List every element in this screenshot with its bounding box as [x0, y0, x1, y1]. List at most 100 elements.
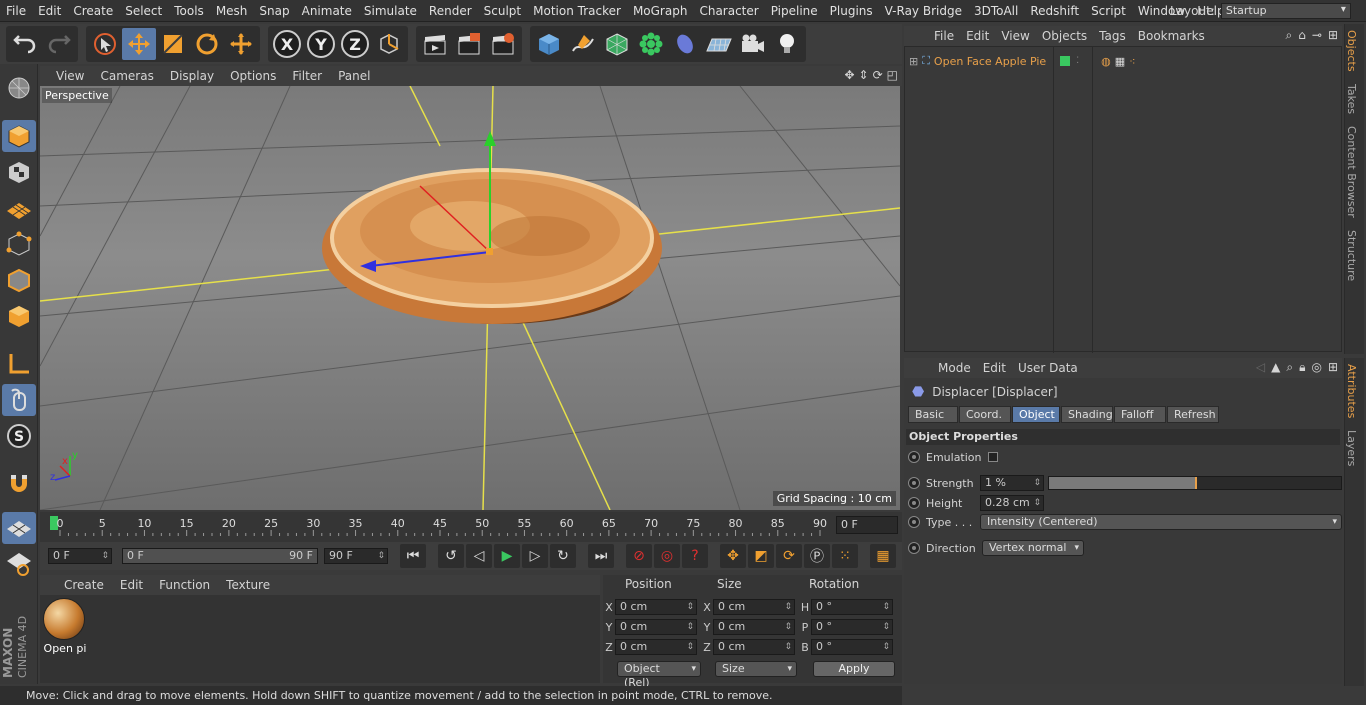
- camera-button[interactable]: [736, 28, 770, 60]
- record-keys-button[interactable]: ⊘: [626, 544, 652, 568]
- material-menu-create[interactable]: Create: [56, 578, 112, 592]
- phong-tag-icon[interactable]: ◍: [1101, 55, 1111, 68]
- menu-pipeline[interactable]: Pipeline: [765, 4, 824, 18]
- go-to-end-button[interactable]: ⏭: [588, 544, 614, 568]
- rotation-b-field[interactable]: 0 °: [811, 639, 893, 655]
- attr-menu-mode[interactable]: Mode: [932, 361, 977, 375]
- rotate-tool-button[interactable]: [190, 28, 224, 60]
- workplane-mode-button[interactable]: [2, 192, 36, 224]
- height-animate-icon[interactable]: [908, 497, 920, 509]
- position-y-field[interactable]: 0 cm: [615, 619, 697, 635]
- object-menu-view[interactable]: View: [995, 29, 1035, 43]
- tab-layers[interactable]: Layers: [1345, 424, 1358, 472]
- subdivision-button[interactable]: [600, 28, 634, 60]
- link-icon[interactable]: ⊸: [1312, 28, 1322, 43]
- position-x-field[interactable]: 0 cm: [615, 599, 697, 615]
- workplane-lock-button[interactable]: [2, 512, 36, 544]
- cube-button[interactable]: [532, 28, 566, 60]
- attr-menu-user-data[interactable]: User Data: [1012, 361, 1084, 375]
- tab-coord[interactable]: Coord.: [959, 406, 1011, 423]
- menu-3dtoall[interactable]: 3DToAll: [968, 4, 1024, 18]
- search-icon[interactable]: ⌕: [1286, 28, 1293, 43]
- material-menu-function[interactable]: Function: [151, 578, 218, 592]
- cloner-button[interactable]: [634, 28, 668, 60]
- attr-new-panel-icon[interactable]: ⊞: [1328, 360, 1338, 375]
- rotate-view-icon[interactable]: ⟳: [873, 68, 883, 82]
- timeline[interactable]: 0 5 10 15 20 25 30 35 40 45 50 55 60 65 70 75 80 85 90 0 F: [40, 512, 902, 542]
- keyframe-selection-button[interactable]: ?: [682, 544, 708, 568]
- move-tool-button[interactable]: [122, 28, 156, 60]
- key-rotation-button[interactable]: ⟳: [776, 544, 802, 568]
- material-menu-texture[interactable]: Texture: [218, 578, 278, 592]
- new-panel-icon[interactable]: ⊞: [1328, 28, 1338, 43]
- size-y-field[interactable]: 0 cm: [713, 619, 795, 635]
- polygons-mode-button[interactable]: [2, 300, 36, 332]
- position-z-field[interactable]: 0 cm: [615, 639, 697, 655]
- material-thumbnail[interactable]: Open pi: [43, 598, 87, 655]
- enable-axis-button[interactable]: [2, 348, 36, 380]
- back-icon[interactable]: ◁: [1256, 360, 1265, 375]
- visibility-dots-icon[interactable]: ⁚: [1076, 56, 1079, 66]
- make-editable-button[interactable]: [2, 72, 36, 104]
- menu-render[interactable]: Render: [423, 4, 478, 18]
- viewport-menu-display[interactable]: Display: [162, 69, 222, 83]
- object-menu-tags[interactable]: Tags: [1093, 29, 1132, 43]
- menu-tools[interactable]: Tools: [168, 4, 210, 18]
- target-icon[interactable]: ◎: [1311, 360, 1321, 375]
- expand-icon[interactable]: ⊞: [909, 55, 918, 68]
- perspective-viewport[interactable]: y x z Grid Spacing : 10 cm: [40, 86, 900, 510]
- menu-edit[interactable]: Edit: [32, 4, 67, 18]
- frame-range-slider[interactable]: 0 F 90 F: [122, 548, 318, 564]
- end-frame-field[interactable]: 90 F: [324, 548, 388, 564]
- next-frame-button[interactable]: ▷: [522, 544, 548, 568]
- emulation-checkbox[interactable]: [987, 452, 998, 462]
- home-icon[interactable]: ⌂: [1298, 28, 1306, 43]
- direction-dropdown[interactable]: Vertex normal: [982, 540, 1084, 556]
- tab-objects[interactable]: Objects: [1345, 24, 1358, 78]
- points-mode-button[interactable]: [2, 228, 36, 260]
- render-settings-button[interactable]: [486, 28, 520, 60]
- menu-plugins[interactable]: Plugins: [824, 4, 879, 18]
- zoom-view-icon[interactable]: ⇕: [859, 68, 869, 82]
- timeline-window-button[interactable]: ▦: [870, 544, 896, 568]
- material-menu-edit[interactable]: Edit: [112, 578, 151, 592]
- viewport-menu-filter[interactable]: Filter: [284, 69, 330, 83]
- live-select-button[interactable]: [88, 28, 122, 60]
- tab-structure[interactable]: Structure: [1345, 224, 1358, 287]
- render-picture-viewer-button[interactable]: [452, 28, 486, 60]
- previous-frame-button[interactable]: ◁: [466, 544, 492, 568]
- pan-view-icon[interactable]: ✥: [844, 68, 854, 82]
- x-axis-lock-button[interactable]: X: [270, 28, 304, 60]
- object-row-apple-pie[interactable]: ⊞ ⛶ Open Face Apple Pie ⁚ ◍ ▦ ⁖: [909, 53, 1136, 69]
- strength-slider[interactable]: [1048, 476, 1342, 490]
- workplane-align-button[interactable]: [2, 548, 36, 580]
- strength-field[interactable]: 1 %: [980, 475, 1044, 491]
- menu-sculpt[interactable]: Sculpt: [478, 4, 527, 18]
- viewport-menu-view[interactable]: View: [48, 69, 92, 83]
- light-button[interactable]: [770, 28, 804, 60]
- viewport-menu-cameras[interactable]: Cameras: [92, 69, 161, 83]
- height-field[interactable]: 0.28 cm: [980, 495, 1044, 511]
- viewport-menu-options[interactable]: Options: [222, 69, 284, 83]
- edges-mode-button[interactable]: [2, 264, 36, 296]
- key-pla-button[interactable]: ⁙: [832, 544, 858, 568]
- menu-create[interactable]: Create: [67, 4, 119, 18]
- object-menu-edit[interactable]: Edit: [960, 29, 995, 43]
- undo-button[interactable]: [8, 28, 42, 60]
- menu-file[interactable]: File: [0, 4, 32, 18]
- attr-search-icon[interactable]: ⌕: [1286, 360, 1293, 375]
- size-mode-dropdown[interactable]: Size: [715, 661, 797, 677]
- emulation-animate-icon[interactable]: [908, 451, 920, 463]
- menu-redshift[interactable]: Redshift: [1024, 4, 1085, 18]
- recent-tool-button[interactable]: [224, 28, 258, 60]
- menu-vray-bridge[interactable]: V-Ray Bridge: [879, 4, 968, 18]
- type-dropdown[interactable]: Intensity (Centered): [980, 514, 1342, 530]
- scale-tool-button[interactable]: [156, 28, 190, 60]
- floor-button[interactable]: [702, 28, 736, 60]
- tab-shading[interactable]: Shading: [1061, 406, 1113, 423]
- apple-pie-model[interactable]: [322, 168, 662, 324]
- tweak-mode-button[interactable]: [2, 384, 36, 416]
- coordinate-system-button[interactable]: [372, 28, 406, 60]
- rotation-p-field[interactable]: 0 °: [811, 619, 893, 635]
- play-button[interactable]: ▶: [494, 544, 520, 568]
